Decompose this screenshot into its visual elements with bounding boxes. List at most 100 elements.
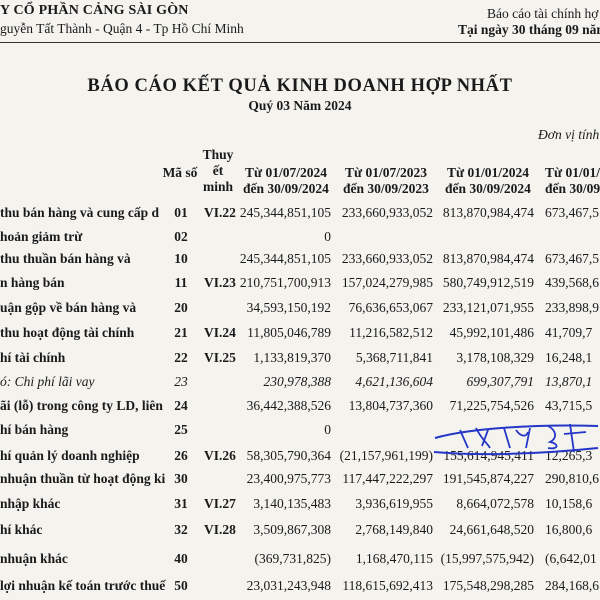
- value-ytd-2023: 290,810,6: [545, 471, 599, 486]
- value-q3-2024: (369,731,825): [254, 551, 332, 566]
- page-title: BÁO CÁO KẾT QUẢ KINH DOANH HỢP NHẤT: [87, 76, 513, 96]
- row-code: 11: [174, 275, 188, 290]
- col-ytd-2024-line1: Từ 01/01/2024: [447, 165, 529, 180]
- value-q3-2024: 23,031,243,948: [246, 578, 331, 593]
- row-note: VI.24: [204, 325, 236, 340]
- row-label: ó: Chi phí lãi vay: [0, 374, 95, 389]
- row-code: 23: [174, 374, 188, 389]
- col-q3-2023-line2: đến 30/09/2023: [343, 181, 429, 196]
- row-label: hoản giảm trừ: [0, 229, 83, 244]
- row-code: 40: [174, 551, 188, 566]
- row-label: nhuận khác: [0, 551, 68, 566]
- value-q3-2024: 245,344,851,105: [239, 251, 331, 266]
- value-ytd-2024: 813,870,984,474: [442, 251, 534, 266]
- value-ytd-2024: 3,178,108,329: [456, 350, 534, 365]
- row-note: VI.27: [204, 496, 236, 511]
- value-ytd-2024: 24,661,648,520: [449, 522, 534, 537]
- row-code: 30: [174, 471, 188, 486]
- row-label: nhập khác: [0, 496, 61, 511]
- row-note: VI.22: [204, 205, 236, 220]
- value-q3-2023: 13,804,737,360: [348, 398, 433, 413]
- row-code: 02: [174, 229, 188, 244]
- value-q3-2024: 34,593,150,192: [246, 300, 331, 315]
- value-ytd-2023: 284,168,6: [545, 578, 599, 593]
- value-q3-2023: 4,621,136,604: [355, 374, 433, 389]
- value-q3-2023: 5,368,711,841: [355, 350, 433, 365]
- company-name: Y CỔ PHẦN CẢNG SÀI GÒN: [0, 3, 189, 18]
- value-q3-2024: 0: [324, 229, 331, 244]
- handwritten-mark: [433, 423, 599, 456]
- col-note-header: Thuy ết minh: [198, 147, 238, 195]
- row-label: ãi (lỗ) trong công ty LD, liên: [0, 398, 163, 413]
- row-label: hí khác: [0, 522, 43, 537]
- value-ytd-2024: 699,307,791: [466, 374, 535, 389]
- row-label: n hàng bán: [0, 275, 65, 290]
- value-q3-2023: 76,636,653,067: [348, 300, 433, 315]
- value-q3-2023: 233,660,933,052: [341, 205, 433, 220]
- col-q3-2024-line1: Từ 01/07/2024: [245, 165, 327, 180]
- value-ytd-2023: 673,467,5: [545, 205, 599, 220]
- value-q3-2023: 1,168,470,115: [355, 551, 433, 566]
- row-label: hí bán hàng: [0, 422, 69, 437]
- col-ytd-2023-line2: đến 30/09/: [545, 181, 600, 196]
- col-q3-2023-header: Từ 01/07/2023 đến 30/09/2023: [336, 165, 436, 197]
- row-note: VI.28: [204, 522, 236, 537]
- value-q3-2024: 210,751,700,913: [239, 275, 331, 290]
- value-ytd-2023: 16,248,1: [545, 350, 593, 365]
- value-ytd-2024: 580,749,912,519: [442, 275, 534, 290]
- row-code: 25: [174, 422, 188, 437]
- value-ytd-2023: 233,898,9: [545, 300, 599, 315]
- value-ytd-2023: 13,870,1: [545, 374, 593, 389]
- col-q3-2024-header: Từ 01/07/2024 đến 30/09/2024: [236, 165, 336, 197]
- row-label: nhuận thuần từ hoạt động ki: [0, 471, 166, 486]
- currency-unit: Đơn vị tính: [538, 127, 600, 142]
- value-ytd-2023: 673,467,5: [545, 251, 599, 266]
- col-q3-2024-line2: đến 30/09/2024: [243, 181, 329, 196]
- row-code: 50: [174, 578, 188, 593]
- value-ytd-2024: (15,997,575,942): [440, 551, 534, 566]
- row-label: thu bán hàng và cung cấp d: [0, 205, 160, 220]
- value-q3-2024: 245,344,851,105: [239, 205, 331, 220]
- row-label: uận gộp về bán hàng và: [0, 300, 137, 315]
- row-label: hí quản lý doanh nghiệp: [0, 448, 140, 463]
- value-ytd-2023: 43,715,5: [545, 398, 593, 413]
- row-code: 31: [174, 496, 188, 511]
- value-ytd-2023: 10,158,6: [545, 496, 593, 511]
- col-ytd-2023-line1: Từ 01/01/2: [545, 165, 600, 180]
- value-ytd-2024: 813,870,984,474: [442, 205, 534, 220]
- row-label: thu hoạt động tài chính: [0, 325, 135, 340]
- row-note: VI.23: [204, 275, 236, 290]
- value-q3-2023: 117,447,222,297: [342, 471, 433, 486]
- value-q3-2024: 11,805,046,789: [247, 325, 331, 340]
- value-q3-2024: 3,509,867,308: [253, 522, 331, 537]
- value-ytd-2023: 439,568,6: [545, 275, 599, 290]
- value-ytd-2023: 41,709,7: [545, 325, 593, 340]
- value-ytd-2023: (6,642,01: [545, 551, 597, 566]
- value-ytd-2024: 8,664,072,578: [456, 496, 534, 511]
- value-ytd-2024: 175,548,298,285: [442, 578, 534, 593]
- row-label: lợi nhuận kế toán trước thuế: [0, 578, 166, 593]
- value-q3-2024: 58,305,790,364: [246, 448, 331, 463]
- report-date: Tại ngày 30 tháng 09 năm: [458, 22, 600, 37]
- value-q3-2023: 233,660,933,052: [341, 251, 433, 266]
- value-q3-2023: (21,157,961,199): [339, 448, 433, 463]
- value-q3-2024: 1,133,819,370: [253, 350, 331, 365]
- row-code: 20: [174, 300, 188, 315]
- row-note: VI.25: [204, 350, 236, 365]
- value-q3-2024: 0: [324, 422, 331, 437]
- row-code: 21: [174, 325, 188, 340]
- row-label: thu thuần bán hàng và: [0, 251, 131, 266]
- report-type: Báo cáo tài chính hợ: [487, 6, 599, 21]
- value-q3-2023: 11,216,582,512: [349, 325, 433, 340]
- value-ytd-2024: 45,992,101,486: [449, 325, 534, 340]
- col-code-header: Mã số: [162, 165, 198, 180]
- col-ytd-2024-header: Từ 01/01/2024 đến 30/09/2024: [438, 165, 538, 197]
- col-note-line2: ết: [212, 163, 224, 178]
- row-label: hí tài chính: [0, 350, 66, 365]
- value-ytd-2024: 233,121,071,955: [442, 300, 534, 315]
- value-ytd-2024: 191,545,874,227: [442, 471, 534, 486]
- row-code: 10: [174, 251, 188, 266]
- value-q3-2024: 23,400,975,773: [246, 471, 331, 486]
- row-code: 32: [174, 522, 188, 537]
- col-ytd-2023-header: Từ 01/01/2 đến 30/09/: [545, 165, 600, 197]
